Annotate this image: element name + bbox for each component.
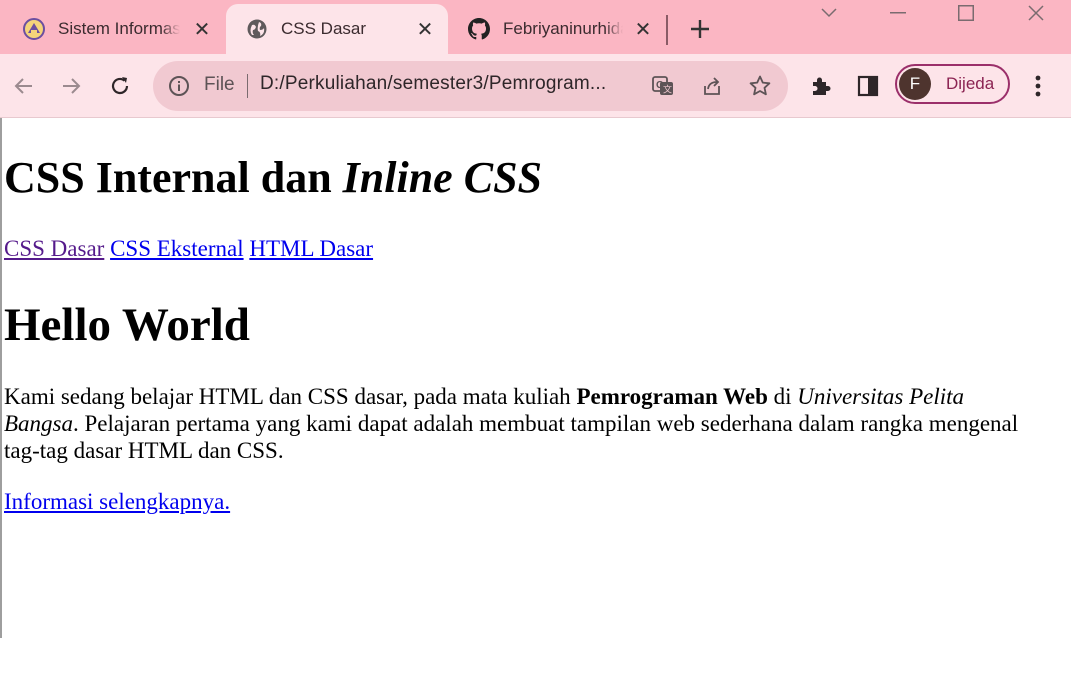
reload-button[interactable] <box>104 70 136 102</box>
profile-button[interactable]: F Dijeda <box>895 64 1010 104</box>
plus-icon <box>691 20 709 38</box>
tab-github[interactable]: Febriyaninurhidayah ✕ <box>448 4 666 54</box>
section-heading: Hello World <box>4 299 250 351</box>
globe-icon <box>246 18 268 40</box>
browser-toolbar: File D:/Perkuliahan/semester3/Pemrogram.… <box>0 54 1071 118</box>
share-icon[interactable] <box>700 74 724 98</box>
tab-title: CSS Dasar <box>281 19 367 38</box>
tab-strip: Sistem Informasi ✕ CSS Dasar ✕ Febriyani… <box>0 0 1071 54</box>
more-info-link[interactable]: Informasi selengkapnya. <box>4 489 230 515</box>
address-bar[interactable]: File D:/Perkuliahan/semester3/Pemrogram.… <box>153 61 788 111</box>
title-italic: Inline CSS <box>342 153 543 202</box>
title-plain: CSS Internal dan <box>4 153 343 202</box>
maximize-icon <box>958 5 974 21</box>
bookmark-star-icon[interactable] <box>748 74 772 98</box>
left-edge <box>0 118 2 638</box>
info-icon[interactable] <box>167 74 191 98</box>
tab-sistem-informasi[interactable]: Sistem Informasi ✕ <box>3 4 225 54</box>
maximize-button[interactable] <box>946 0 986 26</box>
tab-title: Febriyaninurhidayah <box>503 19 623 38</box>
url-text[interactable]: D:/Perkuliahan/semester3/Pemrogram... <box>260 73 606 95</box>
back-button[interactable] <box>8 70 40 102</box>
address-divider <box>247 74 248 98</box>
university-crest-icon <box>23 18 45 40</box>
minimize-icon <box>890 12 906 14</box>
svg-text:文: 文 <box>663 84 672 95</box>
reload-icon <box>111 77 129 95</box>
tab-css-dasar[interactable]: CSS Dasar ✕ <box>226 4 448 54</box>
minimize-button[interactable] <box>878 0 918 26</box>
puzzle-icon <box>813 77 831 95</box>
new-tab-button[interactable] <box>686 15 714 43</box>
chevron-down-icon <box>821 8 837 18</box>
nav-link-css-dasar[interactable]: CSS Dasar <box>4 236 104 261</box>
arrow-right-icon <box>63 78 81 94</box>
page-title: CSS Internal dan Inline CSS <box>4 152 542 203</box>
close-icon <box>1028 5 1044 21</box>
avatar: F <box>899 68 931 100</box>
para-text-2: di <box>767 384 798 409</box>
para-text-1: Kami sedang belajar HTML dan CSS dasar, … <box>4 384 577 409</box>
nav-link-html-dasar[interactable]: HTML Dasar <box>249 236 373 261</box>
para-bold: Pemrograman Web <box>576 384 768 409</box>
tab-search-button[interactable] <box>809 0 849 26</box>
intro-paragraph: Kami sedang belajar HTML dan CSS dasar, … <box>4 383 1024 464</box>
close-tab-icon[interactable]: ✕ <box>191 18 213 41</box>
extensions-button[interactable] <box>805 70 837 102</box>
scheme-label: File <box>204 74 235 95</box>
side-panel-icon <box>857 75 879 97</box>
side-panel-button[interactable] <box>852 70 884 102</box>
nav-link-css-eksternal[interactable]: CSS Eksternal <box>110 236 244 261</box>
close-window-button[interactable] <box>1016 0 1056 26</box>
close-tab-icon[interactable]: ✕ <box>414 18 436 41</box>
tab-divider <box>666 15 668 45</box>
tab-title: Sistem Informasi <box>58 19 180 38</box>
arrow-left-icon <box>14 78 32 94</box>
page-content: CSS Internal dan Inline CSS CSS Dasar CS… <box>0 118 1071 694</box>
close-tab-icon[interactable]: ✕ <box>632 18 654 41</box>
menu-button[interactable] <box>1022 70 1054 102</box>
more-vert-icon <box>1035 75 1041 97</box>
nav-links: CSS Dasar CSS Eksternal HTML Dasar <box>4 236 373 262</box>
github-icon <box>468 18 490 40</box>
translate-icon[interactable]: G文 <box>651 74 675 98</box>
para-text-3: . Pelajaran pertama yang kami dapat adal… <box>4 411 1019 463</box>
profile-name: Dijeda <box>946 74 995 93</box>
forward-button[interactable] <box>55 70 87 102</box>
